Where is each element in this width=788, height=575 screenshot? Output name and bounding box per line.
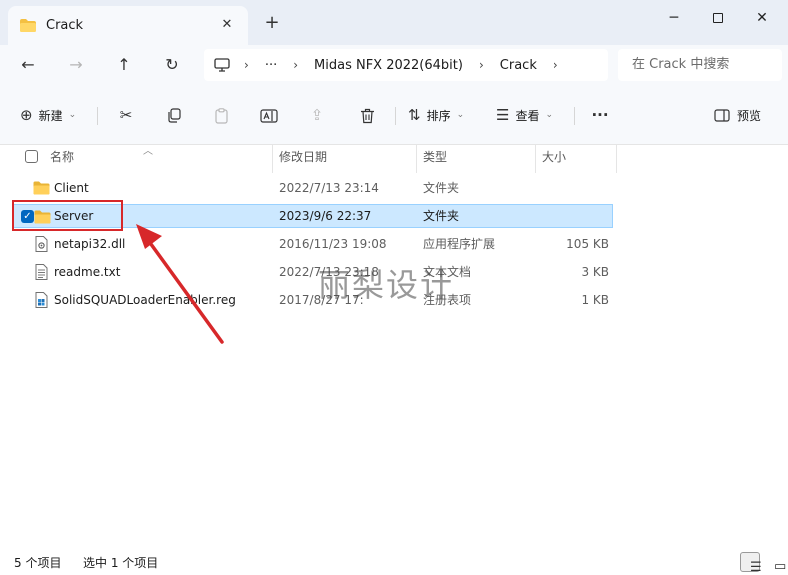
trash-icon xyxy=(360,108,374,123)
preview-button[interactable]: 预览 xyxy=(714,103,761,127)
file-size xyxy=(541,204,609,228)
forward-button[interactable]: → xyxy=(63,53,89,77)
folder-icon xyxy=(33,181,50,195)
file-name: readme.txt xyxy=(54,265,121,279)
sort-button[interactable]: ⇅ 排序 ⌄ xyxy=(408,103,464,127)
tab-close-icon[interactable]: ✕ xyxy=(218,16,236,34)
maximize-button[interactable] xyxy=(696,4,740,32)
column-header-type[interactable]: 类型 xyxy=(423,145,447,169)
table-row[interactable]: netapi32.dll 2016/11/23 19:08 应用程序扩展 105… xyxy=(13,232,613,256)
view-button[interactable]: ☰ 查看 ⌄ xyxy=(496,103,553,127)
breadcrumb-separator: › xyxy=(293,58,299,72)
column-divider[interactable] xyxy=(272,145,273,173)
chevron-down-icon: ⌄ xyxy=(456,110,465,120)
column-header-size[interactable]: 大小 xyxy=(542,145,566,169)
rename-icon xyxy=(260,108,278,123)
search-input[interactable]: 在 Crack 中搜索 xyxy=(618,49,782,81)
details-view-button[interactable]: ☰ xyxy=(740,552,762,575)
tiles-view-button[interactable]: ▭ xyxy=(764,552,787,574)
new-button[interactable]: ⊕ 新建 ⌄ xyxy=(20,103,76,127)
command-bar: ⊕ 新建 ⌄ ✂ ⇪ ⇅ 排序 ⌄ ☰ 查看 ⌄ ··· 预览 xyxy=(0,85,788,145)
file-size xyxy=(541,176,609,200)
breadcrumb-separator: › xyxy=(244,58,249,72)
sort-ascending-icon: ︿ xyxy=(143,146,153,157)
watermark-text: 丽梨设计 xyxy=(318,266,455,304)
chevron-down-icon: ⌄ xyxy=(545,110,554,120)
file-date: 2022/7/13 23:14 xyxy=(279,181,379,195)
delete-button[interactable] xyxy=(355,103,379,127)
breadcrumb-crack[interactable]: Crack xyxy=(500,58,537,73)
tab-title: Crack xyxy=(46,18,84,33)
file-type: 文件夹 xyxy=(423,181,460,195)
breadcrumb-overflow[interactable]: ··· xyxy=(265,58,277,73)
tab-crack[interactable]: Crack ✕ xyxy=(8,6,248,45)
file-name: Client xyxy=(54,181,89,195)
cut-button[interactable]: ✂ xyxy=(114,103,138,127)
table-row[interactable]: Client 2022/7/13 23:14 文件夹 xyxy=(13,176,613,200)
column-divider[interactable] xyxy=(535,145,536,173)
column-header-date[interactable]: 修改日期 xyxy=(279,145,327,169)
back-button[interactable]: ← xyxy=(15,53,41,77)
status-bar: 5 个项目 选中 1 个项目 ☰ ▭ xyxy=(0,549,788,575)
file-type: 应用程序扩展 xyxy=(423,237,496,251)
preview-label: 预览 xyxy=(737,108,762,123)
text-file-icon xyxy=(35,264,48,280)
highlight-box xyxy=(12,200,123,231)
folder-icon xyxy=(20,19,36,32)
file-type: 文件夹 xyxy=(423,209,460,223)
tiles-view-icon: ▭ xyxy=(774,559,787,574)
table-row[interactable]: SolidSQUADLoaderEnabler.reg 2017/8/27 17… xyxy=(13,288,613,312)
select-all-checkbox[interactable] xyxy=(25,150,38,163)
refresh-button[interactable]: ↻ xyxy=(159,53,185,77)
address-row: ← → ↑ ↻ › ··· › Midas NFX 2022(64bit) › … xyxy=(0,45,788,85)
paste-button[interactable] xyxy=(209,103,233,127)
column-header-name[interactable]: 名称 xyxy=(50,145,74,169)
address-bar[interactable]: › ··· › Midas NFX 2022(64bit) › Crack › xyxy=(204,49,608,81)
file-size: 1 KB xyxy=(581,293,609,307)
toolbar-divider xyxy=(574,107,575,125)
item-count: 5 个项目 xyxy=(14,556,62,570)
plus-circle-icon: ⊕ xyxy=(20,106,33,124)
up-button[interactable]: ↑ xyxy=(111,53,137,77)
copy-icon xyxy=(167,108,181,123)
selected-count: 选中 1 个项目 xyxy=(83,556,159,570)
clipboard-icon xyxy=(214,107,228,124)
maximize-icon xyxy=(713,13,723,23)
file-date: 2016/11/23 19:08 xyxy=(279,237,387,251)
new-label: 新建 xyxy=(38,108,63,123)
scissors-icon: ✂ xyxy=(119,106,133,124)
breadcrumb-separator: › xyxy=(478,58,484,72)
preview-pane-icon xyxy=(714,108,730,122)
file-size: 3 KB xyxy=(581,265,609,279)
sort-label: 排序 xyxy=(426,108,451,123)
view-label: 查看 xyxy=(515,108,540,123)
title-bar: Crack ✕ + ─ ✕ xyxy=(0,0,788,45)
file-name: SolidSQUADLoaderEnabler.reg xyxy=(54,293,236,307)
details-view-icon: ☰ xyxy=(750,560,762,575)
copy-button[interactable] xyxy=(162,103,186,127)
close-button[interactable]: ✕ xyxy=(740,4,784,32)
share-button[interactable]: ⇪ xyxy=(305,103,329,127)
file-size: 105 KB xyxy=(566,237,609,251)
more-options-button[interactable]: ··· xyxy=(588,103,612,127)
file-date: 2023/9/6 22:37 xyxy=(279,209,372,223)
minimize-button[interactable]: ─ xyxy=(652,4,696,32)
table-row[interactable]: readme.txt 2022/7/13 23:18 文本文档 3 KB xyxy=(13,260,613,284)
file-name: netapi32.dll xyxy=(54,237,126,251)
column-divider[interactable] xyxy=(616,145,617,173)
chevron-down-icon: ⌄ xyxy=(68,110,77,120)
rename-button[interactable] xyxy=(257,103,281,127)
list-view-icon: ☰ xyxy=(496,106,510,124)
sort-icon: ⇅ xyxy=(408,106,421,124)
registry-file-icon xyxy=(35,292,48,308)
breadcrumb-separator: › xyxy=(552,58,558,72)
toolbar-divider xyxy=(97,107,98,125)
share-icon: ⇪ xyxy=(310,106,324,124)
dll-file-icon xyxy=(35,236,48,252)
breadcrumb-midas[interactable]: Midas NFX 2022(64bit) xyxy=(314,58,463,73)
monitor-icon xyxy=(214,58,230,72)
new-tab-button[interactable]: + xyxy=(262,14,282,34)
column-divider[interactable] xyxy=(416,145,417,173)
toolbar-divider xyxy=(395,107,396,125)
